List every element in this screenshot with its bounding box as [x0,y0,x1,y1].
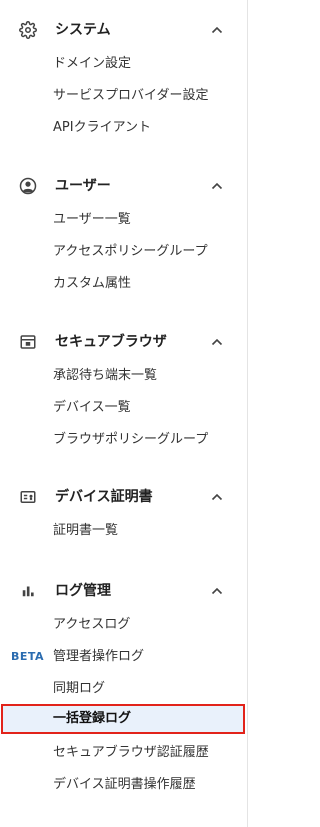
sidebar-item-certificate-list[interactable]: 証明書一覧 [0,515,248,547]
section-header-device-certificate[interactable]: デバイス証明書 [0,481,248,513]
chevron-up-icon[interactable] [209,334,225,350]
sidebar-item-label: デバイス証明書操作履歴 [53,777,196,792]
sidebar-item-label: 一括登録ログ [53,711,132,726]
sidebar-item-device-cert-operation-history[interactable]: デバイス証明書操作履歴 [0,769,248,801]
sidebar-item-label: カスタム属性 [53,276,132,291]
section-header-secure-browser[interactable]: セキュアブラウザ [0,326,248,358]
section-header-system[interactable]: システム [0,14,248,46]
sidebar-item-custom-attributes[interactable]: カスタム属性 [0,268,248,300]
bar-chart-icon [19,582,37,600]
sidebar-item-label: ドメイン設定 [53,56,132,71]
certificate-card-icon [19,488,37,506]
sidebar-item-browser-policy-group[interactable]: ブラウザポリシーグループ [0,424,248,456]
sidebar-item-label: サービスプロバイダー設定 [53,88,209,103]
sidebar-item-bulk-registration-log[interactable]: 一括登録ログ [1,704,245,734]
sidebar-item-access-policy-group[interactable]: アクセスポリシーグループ [0,236,248,268]
chevron-up-icon[interactable] [209,583,225,599]
sidebar-item-label: アクセスポリシーグループ [53,244,208,259]
sidebar-item-label: セキュアブラウザ認証履歴 [53,745,209,760]
sidebar-item-device-list[interactable]: デバイス一覧 [0,392,248,424]
sidebar-item-label: 管理者操作ログ [53,649,145,664]
sidebar-item-label: 同期ログ [53,681,106,696]
user-circle-icon [19,177,37,195]
sidebar-item-label: ブラウザポリシーグループ [53,432,209,447]
sidebar-item-admin-operation-log[interactable]: BETA 管理者操作ログ [0,641,248,673]
gear-icon [19,21,37,39]
sidebar-item-label: アクセスログ [53,617,131,632]
chevron-up-icon[interactable] [209,22,225,38]
sidebar-item-label: 証明書一覧 [53,523,119,538]
chevron-up-icon[interactable] [209,489,225,505]
sidebar-item-label: ユーザー一覧 [53,212,131,227]
section-title: ユーザー [55,178,111,194]
section-header-users[interactable]: ユーザー [0,170,248,202]
sidebar-item-label: APIクライアント [53,120,152,135]
sidebar-item-access-log[interactable]: アクセスログ [0,609,248,641]
beta-badge: BETA [11,650,45,663]
sidebar-item-user-list[interactable]: ユーザー一覧 [0,204,248,236]
browser-window-icon [19,333,37,351]
sidebar-item-secure-browser-auth-history[interactable]: セキュアブラウザ認証履歴 [0,737,248,769]
sidebar-item-pending-devices[interactable]: 承認待ち端末一覧 [0,360,248,392]
section-title: システム [55,22,111,38]
sidebar-item-sync-log[interactable]: 同期ログ [0,673,248,705]
sidebar-item-label: 承認待ち端末一覧 [53,368,158,383]
sidebar-item-label: デバイス一覧 [53,400,131,415]
sidebar: システム ドメイン設定 サービスプロバイダー設定 APIクライアント ユーザー … [0,0,248,827]
section-title: デバイス証明書 [55,489,153,505]
section-header-log-management[interactable]: ログ管理 [0,575,248,607]
chevron-up-icon[interactable] [209,178,225,194]
section-title: セキュアブラウザ [55,334,167,350]
sidebar-item-domain-settings[interactable]: ドメイン設定 [0,48,248,80]
section-title: ログ管理 [55,583,111,599]
sidebar-item-api-client[interactable]: APIクライアント [0,112,248,144]
sidebar-item-service-provider-settings[interactable]: サービスプロバイダー設定 [0,80,248,112]
